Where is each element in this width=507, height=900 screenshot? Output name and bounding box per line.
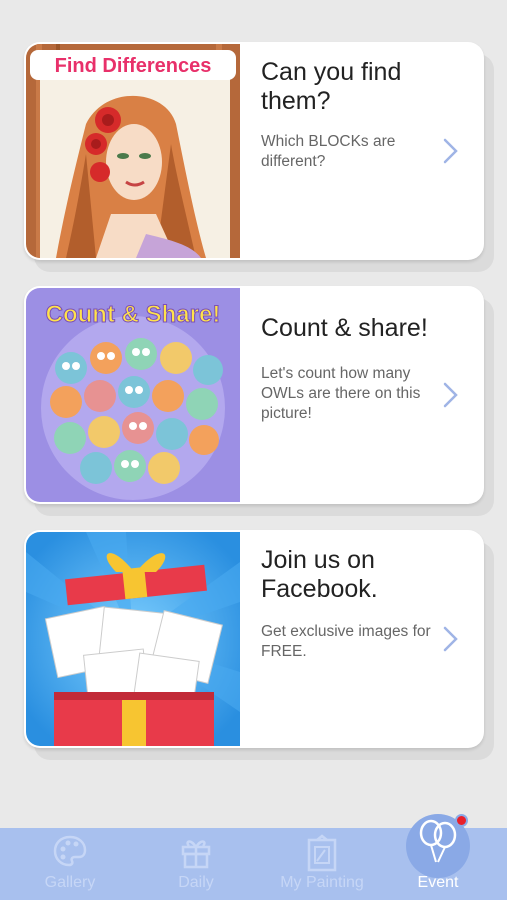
tab-label: Daily [178, 874, 214, 891]
count-share-banner: Count & Share! [46, 301, 221, 328]
event-card-find-differences[interactable]: Find Differences Can you find them? Whic… [24, 42, 484, 260]
event-card-count-share[interactable]: Count & Share! Count & share! Let's coun… [24, 286, 484, 504]
tab-label: My Painting [280, 874, 364, 891]
chevron-right-icon [442, 381, 460, 409]
card-description: Let's count how many OWLs are there on t… [261, 365, 421, 422]
card-description: Get exclusive images for FREE. [261, 623, 431, 660]
chevron-right-icon [442, 137, 460, 165]
tab-gallery[interactable]: Gallery [7, 828, 133, 900]
card-description: Which BLOCKs are different? [261, 133, 396, 170]
tab-daily[interactable]: Daily [133, 828, 259, 900]
palette-icon [52, 834, 88, 873]
tab-event[interactable]: Event [375, 819, 501, 900]
facebook-thumbnail [26, 532, 240, 746]
tab-label: Gallery [44, 874, 96, 891]
tab-label: Event [417, 874, 459, 891]
bottom-tab-bar: Gallery Daily My Painting Event [0, 814, 507, 900]
count-share-thumbnail: Count & Share! [26, 288, 240, 502]
chevron-right-icon [442, 625, 460, 653]
card-title: Count & share! [261, 314, 428, 342]
frame-icon [305, 834, 339, 877]
gift-icon [178, 834, 214, 875]
find-differences-banner: Find Differences [55, 55, 212, 77]
card-title: Join us on Facebook. [261, 546, 378, 603]
event-card-facebook[interactable]: Join us on Facebook. Get exclusive image… [24, 530, 484, 748]
card-title: Can you find them? [261, 58, 402, 115]
find-differences-thumbnail: Find Differences [26, 44, 240, 258]
balloons-icon [416, 818, 460, 871]
tab-my-painting[interactable]: My Painting [259, 828, 385, 900]
